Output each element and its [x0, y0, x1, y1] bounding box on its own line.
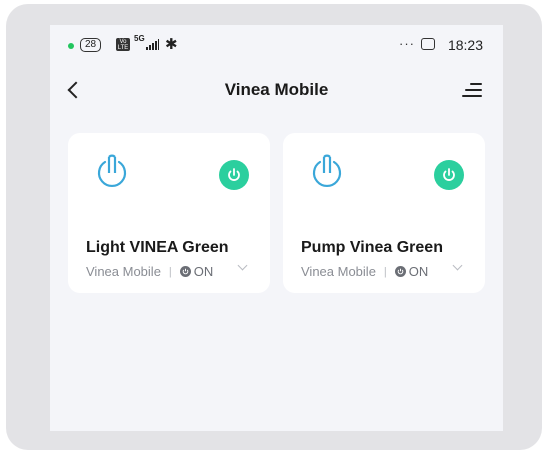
bluetooth-icon: ✱ [165, 36, 178, 53]
separator: | [383, 265, 387, 278]
power-toggle-icon [228, 168, 240, 181]
power-toggle-button[interactable] [434, 160, 464, 190]
power-toggle-icon [443, 168, 455, 181]
menu-icon[interactable] [462, 82, 482, 98]
device-group: Vinea Mobile [86, 264, 161, 279]
signal-icon [146, 39, 159, 50]
status-power-icon [394, 266, 406, 277]
status-bar: 28 Vo LTE 5G ✱ ··· 18:23 [50, 25, 503, 67]
chevron-down-icon[interactable] [452, 260, 463, 271]
status-power-icon [179, 266, 191, 277]
separator: | [168, 265, 172, 278]
device-group: Vinea Mobile [301, 264, 376, 279]
clock: 18:23 [447, 37, 483, 53]
power-toggle-button[interactable] [219, 160, 249, 190]
device-meta: Vinea Mobile | ON [86, 264, 213, 279]
device-card-light[interactable]: Light VINEA Green Vinea Mobile | ON [68, 133, 270, 293]
device-name: Light VINEA Green [86, 239, 229, 256]
page-title: Vinea Mobile [224, 80, 329, 99]
chevron-down-icon[interactable] [237, 260, 248, 271]
device-card-pump[interactable]: Pump Vinea Green Vinea Mobile | ON [283, 133, 485, 293]
device-meta: Vinea Mobile | ON [301, 264, 428, 279]
nav-bar: Vinea Mobile [50, 67, 503, 115]
message-icon [421, 38, 435, 50]
status-dot [68, 43, 74, 49]
more-icon: ··· [399, 36, 415, 51]
power-icon [312, 154, 342, 187]
device-status: ON [408, 264, 429, 279]
power-icon [97, 154, 127, 187]
device-name: Pump Vinea Green [301, 239, 443, 256]
network-type: 5G [134, 34, 145, 43]
volte-icon: Vo LTE [116, 38, 130, 51]
notification-badge: 28 [80, 38, 102, 52]
device-status: ON [193, 264, 214, 279]
app-screen: 28 Vo LTE 5G ✱ ··· 18:23 Vinea Mobile Li… [50, 25, 503, 431]
